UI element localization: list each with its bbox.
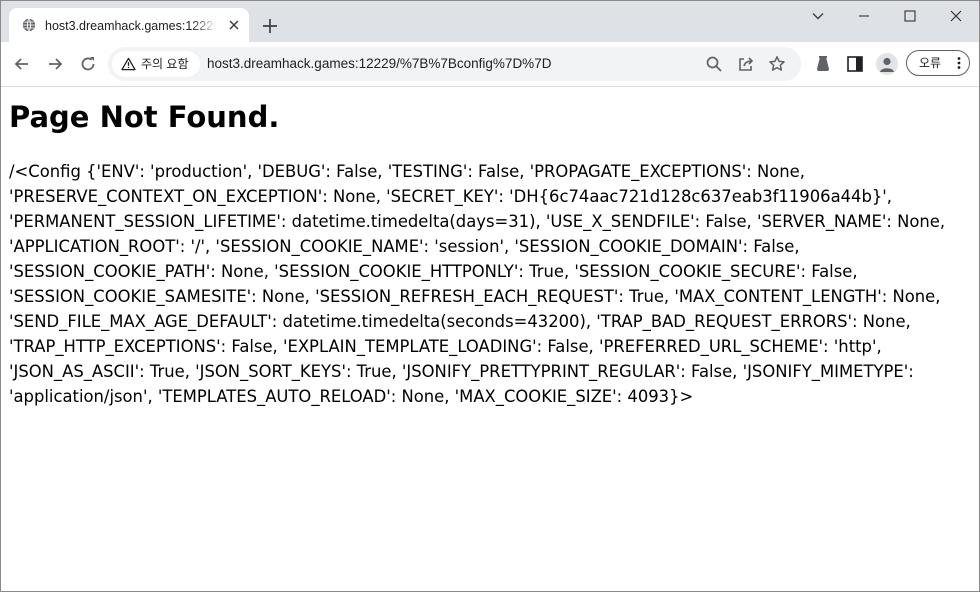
person-icon	[880, 57, 894, 72]
close-icon[interactable]	[227, 18, 241, 32]
tab-strip: host3.dreamhack.games:12229/%7B%7Bconfig…	[0, 0, 980, 42]
config-dump-text: /<Config {'ENV': 'production', 'DEBUG': …	[9, 162, 946, 406]
reload-icon[interactable]	[78, 54, 98, 74]
page-heading: Page Not Found.	[9, 100, 280, 134]
more-vertical-icon	[957, 57, 961, 69]
forward-arrow-icon[interactable]	[45, 54, 65, 74]
window-close-icon[interactable]	[946, 6, 966, 26]
error-button[interactable]: 오류	[906, 50, 970, 76]
star-icon[interactable]	[768, 55, 786, 73]
maximize-icon[interactable]	[900, 6, 920, 26]
side-panel-icon[interactable]	[845, 54, 865, 74]
globe-icon	[22, 18, 36, 32]
extension-puzzle-icon[interactable]	[813, 54, 833, 74]
browser-tab[interactable]: host3.dreamhack.games:12229/%7B%7Bconfig…	[9, 8, 249, 42]
back-arrow-icon[interactable]	[12, 54, 32, 74]
tab-title: host3.dreamhack.games:12229/%7B%7Bconfig…	[45, 19, 217, 33]
url-text[interactable]: host3.dreamhack.games:12229/%7B%7Bconfig…	[207, 55, 551, 73]
error-button-label: 오류	[919, 56, 942, 70]
minimize-icon[interactable]	[854, 6, 874, 26]
address-bar[interactable]: 주의 요함 host3.dreamhack.games:12229/%7B%7B…	[108, 47, 801, 81]
security-chip[interactable]: 주의 요함	[112, 51, 200, 77]
new-tab-icon[interactable]	[261, 17, 279, 35]
page-content: Page Not Found. /<Config {'ENV': 'produc…	[0, 87, 980, 592]
warning-triangle-icon	[121, 57, 136, 71]
share-icon[interactable]	[737, 55, 755, 73]
profile-avatar-icon[interactable]	[876, 53, 898, 75]
browser-toolbar: 주의 요함 host3.dreamhack.games:12229/%7B%7B…	[0, 42, 980, 87]
search-icon[interactable]	[705, 55, 723, 73]
tab-search-chevron-icon[interactable]	[808, 6, 828, 26]
security-chip-label: 주의 요함	[141, 57, 189, 71]
